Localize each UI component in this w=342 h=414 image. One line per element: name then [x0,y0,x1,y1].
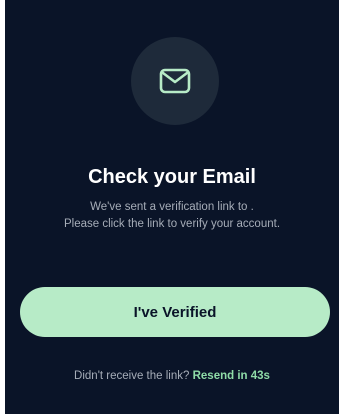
verification-panel: Check your Email We've sent a verificati… [5,0,339,414]
page-title: Check your Email [88,166,256,188]
resend-link[interactable]: Resend in 43s [193,370,270,382]
screen-frame: Check your Email We've sent a verificati… [0,0,342,414]
resend-prompt: Didn't receive the link? [74,370,193,382]
mail-icon-badge [131,37,219,125]
verified-button[interactable]: I've Verified [20,287,330,337]
mail-icon [159,68,191,94]
verification-message-line-1: We've sent a verification link to . [90,201,254,213]
verification-message-line-2: Please click the link to verify your acc… [63,218,281,230]
resend-row: Didn't receive the link? Resend in 43s [5,368,339,384]
